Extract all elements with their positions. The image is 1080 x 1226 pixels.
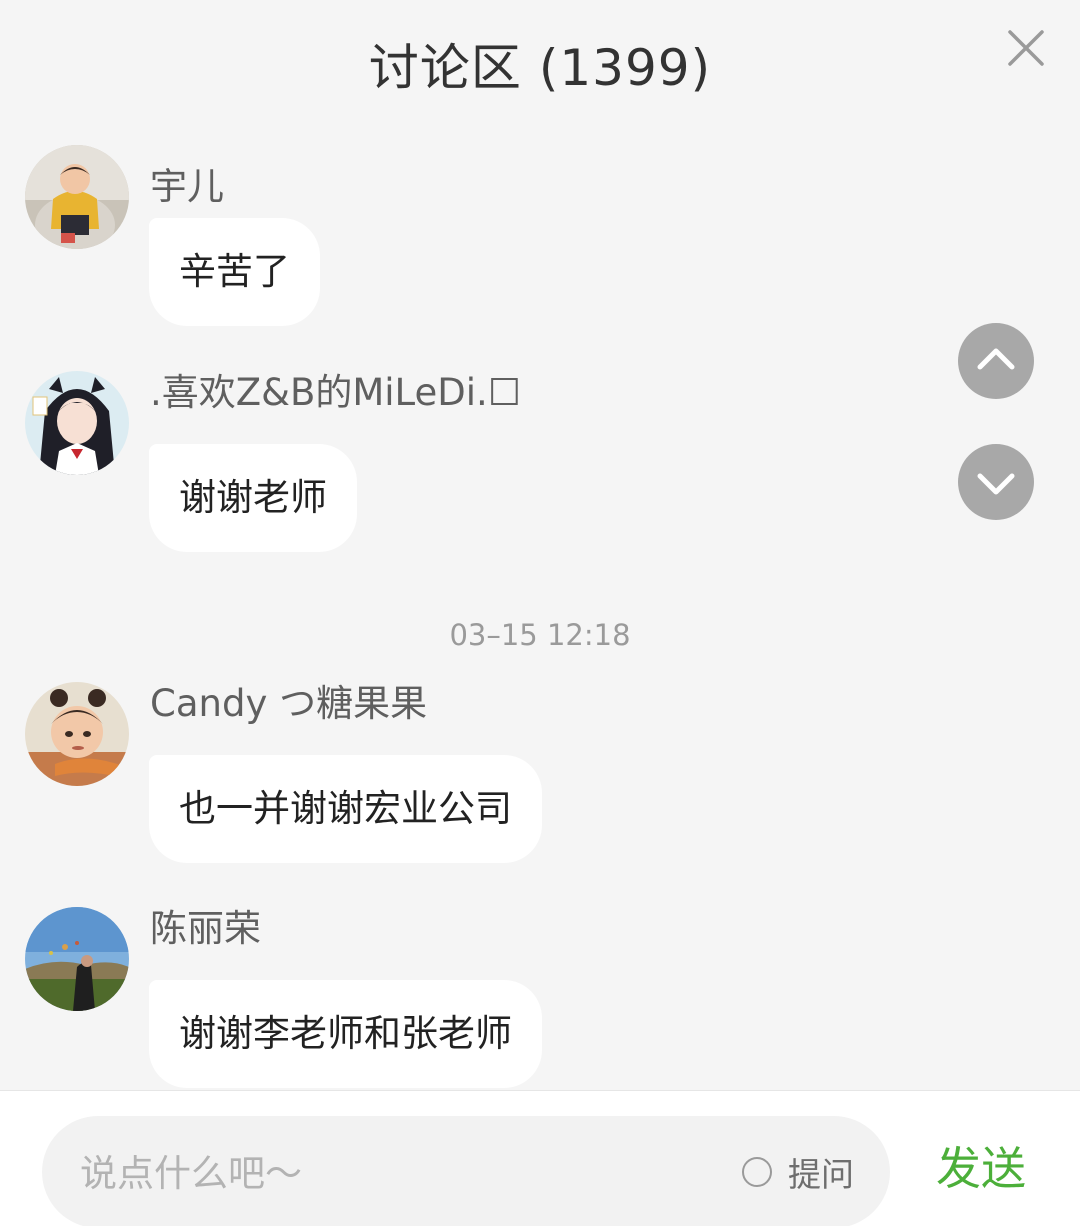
avatar[interactable] [25, 907, 129, 1011]
message-bubble: 也一并谢谢宏业公司 [149, 755, 542, 863]
close-icon [1008, 30, 1044, 66]
anime-girl-avatar [25, 371, 129, 475]
message-nickname: .喜欢Z&B的MiLeDi.☐ [150, 371, 521, 414]
ask-radio-icon[interactable] [742, 1157, 772, 1187]
chevron-down-icon [977, 473, 1015, 495]
avatar[interactable] [25, 371, 129, 475]
ask-label: 提问 [788, 1155, 854, 1194]
message-nickname: 陈丽荣 [150, 907, 261, 950]
close-button[interactable] [1006, 28, 1046, 68]
child-photo-avatar [25, 145, 129, 249]
avatar[interactable] [25, 145, 129, 249]
scroll-down-button[interactable] [958, 444, 1034, 520]
discussion-panel: 讨论区 (1399) 宇儿 辛苦了 .喜欢Z&B的MiLeDi.☐ 谢谢老师 0… [0, 0, 1080, 1226]
input-bar: 提问 发送 [0, 1090, 1080, 1226]
message-nickname: 宇儿 [150, 165, 224, 208]
message-list[interactable]: 宇儿 辛苦了 .喜欢Z&B的MiLeDi.☐ 谢谢老师 03–15 12:18 … [0, 125, 1080, 1090]
message-bubble: 谢谢老师 [149, 444, 357, 552]
chevron-up-icon [977, 348, 1015, 370]
message-bubble: 谢谢李老师和张老师 [149, 980, 542, 1088]
send-button[interactable]: 发送 [936, 1143, 1026, 1195]
timestamp: 03–15 12:18 [449, 618, 631, 652]
ask-question-toggle[interactable]: 提问 [742, 1150, 854, 1194]
comment-input[interactable] [78, 1116, 702, 1226]
message-nickname: Candy つ糖果果 [150, 682, 428, 725]
input-box: 提问 [42, 1116, 890, 1226]
page-title: 讨论区 (1399) [368, 39, 712, 97]
header: 讨论区 (1399) [0, 0, 1080, 125]
message-bubble: 辛苦了 [149, 218, 320, 326]
balloon-landscape-avatar [25, 907, 129, 1011]
scroll-up-button[interactable] [958, 323, 1034, 399]
avatar[interactable] [25, 682, 129, 786]
cartoon-girl-avatar [25, 682, 129, 786]
